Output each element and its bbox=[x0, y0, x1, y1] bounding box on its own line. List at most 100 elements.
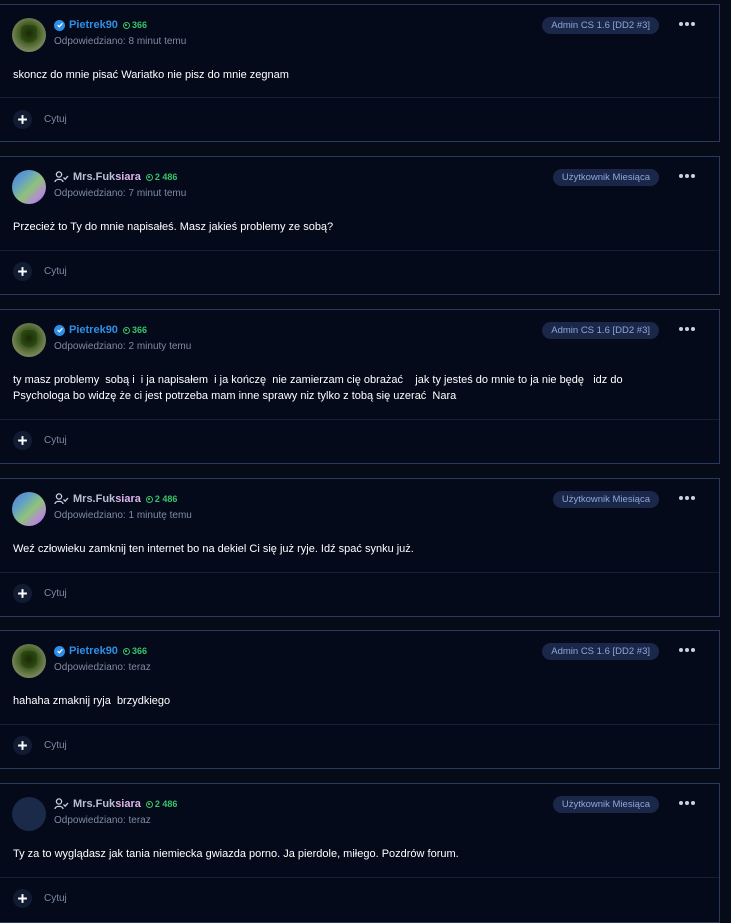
post-content: Ty za to wyglądasz jak tania niemiecka g… bbox=[13, 846, 699, 862]
post-content-line: Przecież to Ty do mnie napisałeś. Masz j… bbox=[13, 221, 334, 233]
more-options-icon[interactable] bbox=[679, 174, 695, 178]
avatar[interactable] bbox=[12, 323, 46, 357]
reputation-count: 366 bbox=[131, 325, 147, 335]
reputation-badge: 366 bbox=[122, 20, 147, 30]
quote-button[interactable]: Cytuj bbox=[44, 435, 67, 446]
author-name-part: siara bbox=[115, 493, 141, 505]
post: Pietrek90 366 Odpowiedziano: 8 minut tem… bbox=[0, 4, 720, 142]
post-timestamp[interactable]: Odpowiedziano: 1 minutę temu bbox=[54, 510, 192, 521]
plus-icon[interactable] bbox=[13, 889, 32, 908]
quote-button[interactable]: Cytuj bbox=[44, 266, 67, 277]
post-content-line: Psychologa bo widzę że ci jest potrzeba … bbox=[13, 390, 457, 402]
author-name-part: siara bbox=[115, 798, 141, 810]
reputation-badge: 2 486 bbox=[145, 494, 178, 504]
author-line: Pietrek90 366 bbox=[54, 645, 147, 657]
post-content: hahaha zmaknij ryja brzydkiego bbox=[13, 693, 699, 709]
divider bbox=[0, 419, 719, 420]
post-content: Przecież to Ty do mnie napisałeś. Masz j… bbox=[13, 219, 699, 235]
post: Mrs.Fuksiara 2 486 Odpowiedziano: teraz … bbox=[0, 783, 720, 923]
avatar[interactable] bbox=[12, 644, 46, 678]
post-timestamp[interactable]: Odpowiedziano: teraz bbox=[54, 662, 151, 673]
author-name[interactable]: Pietrek90 bbox=[69, 19, 118, 31]
post-content-line: Ty za to wyglądasz jak tania niemiecka g… bbox=[13, 848, 459, 860]
reputation-badge: 2 486 bbox=[145, 799, 178, 809]
plus-icon[interactable] bbox=[13, 110, 32, 129]
author-name-part: Mrs.Fuk bbox=[73, 171, 116, 183]
user-icon bbox=[54, 798, 69, 810]
author-name-part: Mrs.Fuk bbox=[73, 798, 116, 810]
reputation-count: 2 486 bbox=[154, 799, 178, 809]
reputation-count: 2 486 bbox=[154, 172, 178, 182]
user-rank-badge: Użytkownik Miesiąca bbox=[552, 169, 659, 186]
post-timestamp[interactable]: Odpowiedziano: teraz bbox=[54, 815, 151, 826]
reputation-count: 366 bbox=[131, 646, 147, 656]
post: Mrs.Fuksiara 2 486 Odpowiedziano: 7 minu… bbox=[0, 156, 720, 295]
reputation-badge: 2 486 bbox=[145, 172, 178, 182]
user-rank-badge: Użytkownik Miesiąca bbox=[552, 491, 659, 508]
post-footer: Cytuj bbox=[13, 110, 67, 129]
plus-icon[interactable] bbox=[13, 431, 32, 450]
reputation-badge: 366 bbox=[122, 646, 147, 656]
reputation-count: 2 486 bbox=[154, 494, 178, 504]
plus-icon[interactable] bbox=[13, 262, 32, 281]
author-name[interactable]: Mrs.Fuksiara bbox=[73, 493, 141, 505]
post-content: skoncz do mnie pisać Wariatko nie pisz d… bbox=[13, 67, 699, 83]
divider bbox=[0, 724, 719, 725]
reputation-icon bbox=[122, 326, 130, 334]
post-footer: Cytuj bbox=[13, 889, 67, 908]
user-rank-badge: Użytkownik Miesiąca bbox=[552, 796, 659, 813]
quote-button[interactable]: Cytuj bbox=[44, 893, 67, 904]
post-footer: Cytuj bbox=[13, 262, 67, 281]
more-options-icon[interactable] bbox=[679, 648, 695, 652]
author-name-part: siara bbox=[115, 171, 141, 183]
user-rank-badge: Admin CS 1.6 [DD2 #3] bbox=[542, 322, 659, 339]
author-line: Mrs.Fuksiara 2 486 bbox=[54, 493, 177, 505]
plus-icon[interactable] bbox=[13, 584, 32, 603]
post-content: Weź człowieku zamknij ten internet bo na… bbox=[13, 541, 699, 557]
more-options-icon[interactable] bbox=[679, 496, 695, 500]
author-line: Pietrek90 366 bbox=[54, 324, 147, 336]
verified-check-icon bbox=[54, 324, 65, 336]
post-footer: Cytuj bbox=[13, 431, 67, 450]
author-line: Mrs.Fuksiara 2 486 bbox=[54, 798, 177, 810]
reputation-icon bbox=[145, 800, 153, 808]
author-line: Pietrek90 366 bbox=[54, 19, 147, 31]
post-timestamp[interactable]: Odpowiedziano: 2 minuty temu bbox=[54, 341, 191, 352]
author-name[interactable]: Mrs.Fuksiara bbox=[73, 798, 141, 810]
post-footer: Cytuj bbox=[13, 584, 67, 603]
post-content: ty masz problemy sobą i i ja napisałem i… bbox=[13, 372, 699, 404]
reputation-icon bbox=[145, 495, 153, 503]
avatar[interactable] bbox=[12, 170, 46, 204]
more-options-icon[interactable] bbox=[679, 22, 695, 26]
post: Pietrek90 366 Odpowiedziano: teraz Admin… bbox=[0, 630, 720, 769]
user-icon bbox=[54, 171, 69, 183]
post-content-line: hahaha zmaknij ryja brzydkiego bbox=[13, 695, 171, 707]
quote-button[interactable]: Cytuj bbox=[44, 740, 67, 751]
quote-button[interactable]: Cytuj bbox=[44, 114, 67, 125]
avatar[interactable] bbox=[12, 797, 46, 831]
reputation-icon bbox=[122, 21, 130, 29]
post-timestamp[interactable]: Odpowiedziano: 8 minut temu bbox=[54, 36, 186, 47]
plus-icon[interactable] bbox=[13, 736, 32, 755]
author-name[interactable]: Pietrek90 bbox=[69, 324, 118, 336]
author-name[interactable]: Mrs.Fuksiara bbox=[73, 171, 141, 183]
more-options-icon[interactable] bbox=[679, 801, 695, 805]
post-content-line: ty masz problemy sobą i i ja napisałem i… bbox=[13, 374, 623, 386]
more-options-icon[interactable] bbox=[679, 327, 695, 331]
reputation-badge: 366 bbox=[122, 325, 147, 335]
post-timestamp[interactable]: Odpowiedziano: 7 minut temu bbox=[54, 188, 186, 199]
post-content-line: skoncz do mnie pisać Wariatko nie pisz d… bbox=[13, 69, 289, 81]
author-name[interactable]: Pietrek90 bbox=[69, 645, 118, 657]
quote-button[interactable]: Cytuj bbox=[44, 588, 67, 599]
user-rank-badge: Admin CS 1.6 [DD2 #3] bbox=[542, 643, 659, 660]
post-content-line: Weź człowieku zamknij ten internet bo na… bbox=[13, 543, 414, 555]
post: Mrs.Fuksiara 2 486 Odpowiedziano: 1 minu… bbox=[0, 478, 720, 617]
author-name-part: Mrs.Fuk bbox=[73, 493, 116, 505]
avatar[interactable] bbox=[12, 18, 46, 52]
reputation-icon bbox=[145, 173, 153, 181]
avatar[interactable] bbox=[12, 492, 46, 526]
verified-check-icon bbox=[54, 19, 65, 31]
divider bbox=[0, 877, 719, 878]
verified-check-icon bbox=[54, 645, 65, 657]
divider bbox=[0, 97, 719, 98]
